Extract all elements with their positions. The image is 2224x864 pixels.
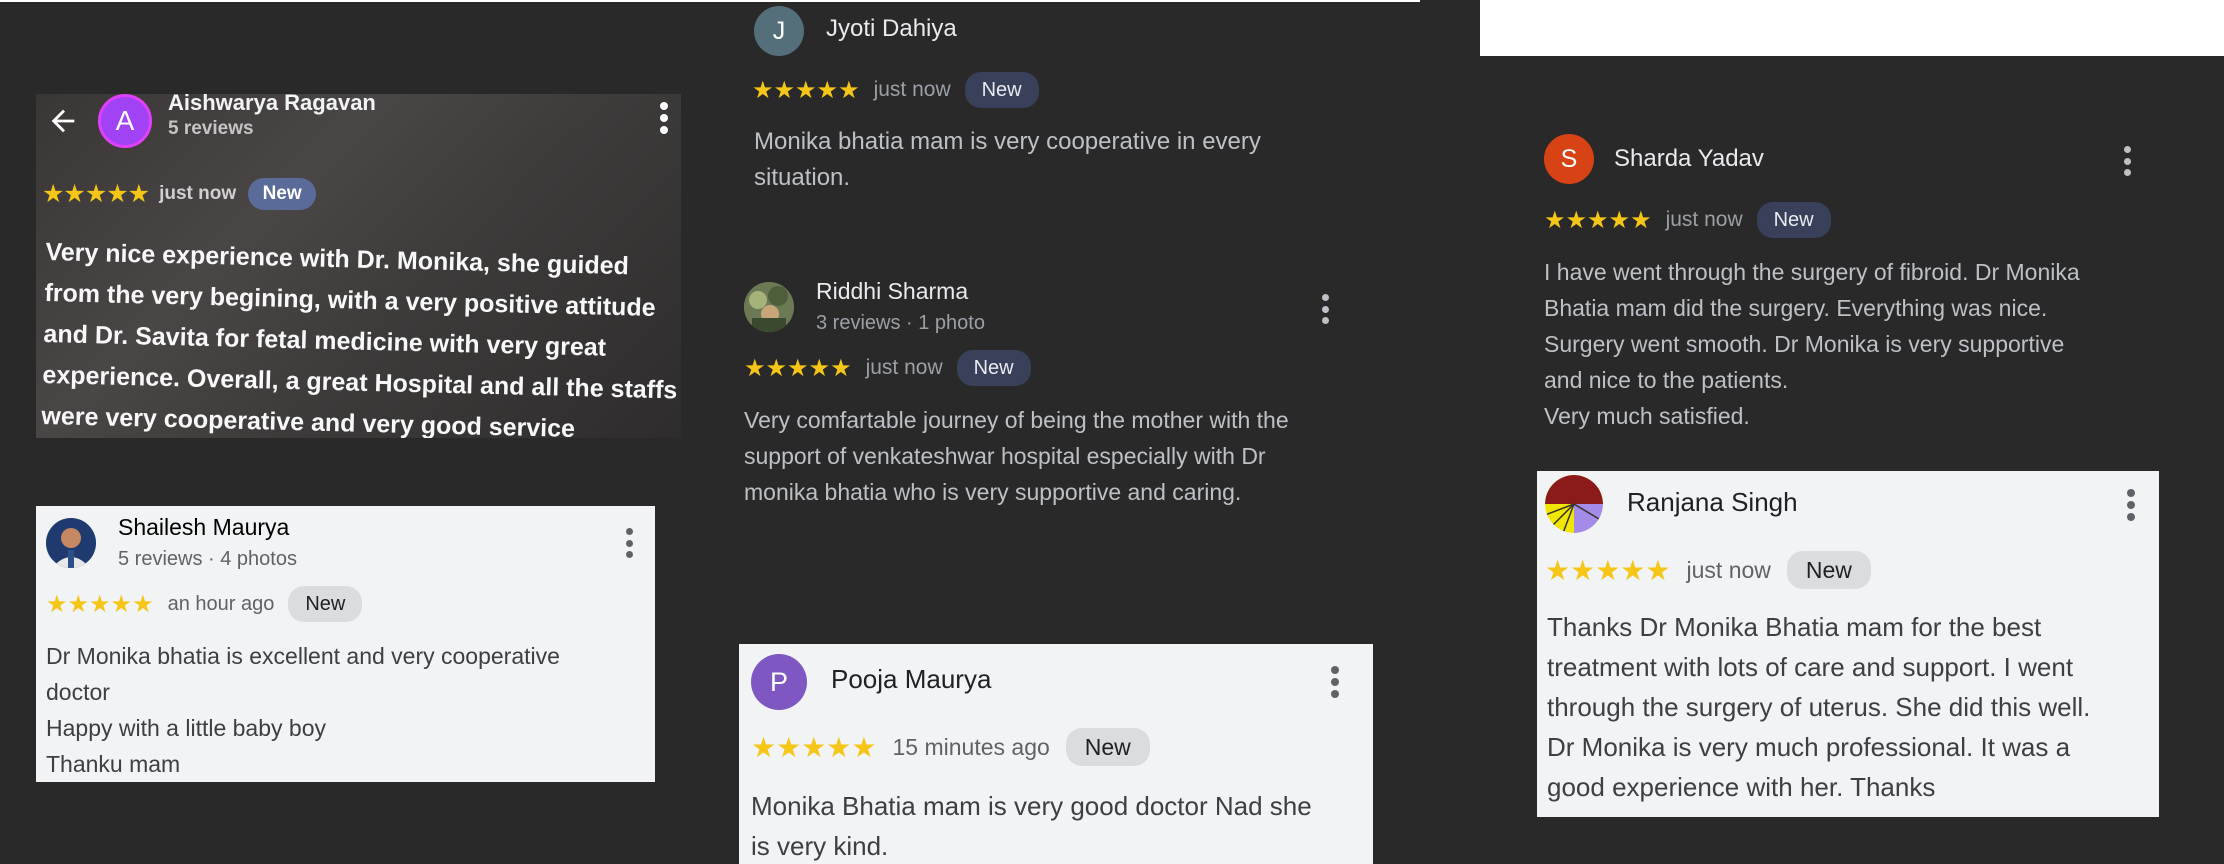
review-time: just now [1686, 556, 1771, 583]
star-rating: ★★★★★ [744, 354, 852, 382]
more-vert-icon[interactable] [1331, 666, 1339, 698]
rating-row: ★★★★★ 15 minutes ago New [751, 728, 1150, 766]
more-vert-icon[interactable] [2124, 146, 2131, 176]
reviewer-name[interactable]: Riddhi Sharma [816, 278, 968, 305]
star-rating: ★★★★★ [46, 590, 154, 618]
review-card-aishwarya: A Aishwarya Ragavan 5 reviews ★★★★★ just… [36, 94, 681, 438]
review-text: Thanks Dr Monika Bhatia mam for the best… [1547, 607, 2090, 807]
reviewer-name[interactable]: Ranjana Singh [1627, 487, 1798, 518]
avatar[interactable]: S [1544, 134, 1594, 184]
review-card-riddhi: Riddhi Sharma 3 reviews · 1 photo ★★★★★ … [734, 270, 1354, 510]
avatar-letter: S [1560, 144, 1578, 173]
rating-row: ★★★★★ just now New [744, 350, 1031, 386]
review-time: just now [159, 183, 237, 204]
avatar[interactable] [1545, 475, 1603, 533]
avatar[interactable]: P [751, 654, 807, 710]
avatar-letter: P [769, 666, 788, 697]
rating-row: ★★★★★ an hour ago New [46, 586, 363, 622]
review-text: Monika bhatia mam is very cooperative in… [754, 124, 1261, 196]
more-vert-icon[interactable] [2127, 489, 2135, 521]
review-line: Monika bhatia mam is very cooperative in… [754, 128, 1261, 155]
review-line: Dr Monika bhatia is excellent and very c… [46, 643, 560, 669]
rating-row: ★★★★★ just now New [42, 178, 317, 210]
review-time: just now [865, 356, 943, 379]
review-line: is very kind. [751, 831, 889, 861]
review-line: Monika Bhatia mam is very good doctor Na… [751, 791, 1312, 821]
new-badge: New [1065, 728, 1150, 766]
top-strip-right [1480, 0, 2224, 56]
review-line: Very much satisfied. [1544, 403, 1750, 429]
reviewer-meta: 3 reviews · 1 photo [816, 312, 985, 334]
review-text: Very comfartable journey of being the mo… [744, 402, 1289, 510]
reviewer-name[interactable]: Shailesh Maurya [118, 514, 289, 541]
review-line: treatment with lots of care and support.… [1547, 652, 2074, 682]
new-badge: New [964, 72, 1039, 108]
star-rating: ★★★★★ [751, 731, 877, 763]
rating-row: ★★★★★ just now New [1544, 202, 1831, 238]
review-line: I have went through the surgery of fibro… [1544, 259, 2080, 285]
review-line: Happy with a little baby boy [46, 715, 326, 741]
star-rating: ★★★★★ [1545, 554, 1671, 586]
new-badge: New [1756, 202, 1831, 238]
review-line: Thanks Dr Monika Bhatia mam for the best [1547, 612, 2042, 642]
review-line: and nice to the patients. [1544, 367, 1789, 393]
rating-row: ★★★★★ just now New [752, 72, 1039, 108]
reviewer-name[interactable]: Pooja Maurya [831, 664, 991, 695]
avatar[interactable] [744, 282, 794, 332]
review-line: good experience with her. Thanks [1547, 772, 1936, 802]
review-line: Very comfartable journey of being the mo… [744, 407, 1289, 433]
review-line: Thanku mam [46, 751, 181, 777]
more-vert-icon[interactable] [660, 102, 668, 134]
back-arrow-icon[interactable] [46, 104, 80, 138]
star-rating: ★★★★★ [1544, 206, 1652, 234]
review-text: I have went through the surgery of fibro… [1544, 254, 2080, 434]
review-line: doctor [46, 679, 110, 705]
review-time: just now [1665, 208, 1743, 231]
review-card-sharda: S Sharda Yadav ★★★★★ just now New I have… [1534, 130, 2154, 440]
review-time: an hour ago [167, 592, 275, 615]
review-text: Very nice experience with Dr. Monika, sh… [41, 232, 681, 438]
reviewer-name[interactable]: Sharda Yadav [1614, 145, 1764, 173]
new-badge: New [956, 350, 1031, 386]
review-card-ranjana: Ranjana Singh ★★★★★ just now New Thanks … [1537, 471, 2159, 817]
review-time: just now [873, 78, 951, 101]
avatar[interactable] [46, 518, 96, 568]
reviewer-meta: 5 reviews · 4 photos [118, 548, 297, 570]
star-rating: ★★★★★ [752, 76, 860, 104]
new-badge: New [1786, 551, 1871, 589]
reviewer-name[interactable]: Aishwarya Ragavan [168, 94, 376, 116]
review-line: Dr Monika is very much professional. It … [1547, 732, 2071, 762]
review-card-pooja: P Pooja Maurya ★★★★★ 15 minutes ago New … [739, 644, 1373, 864]
review-card-shailesh: Shailesh Maurya 5 reviews · 4 photos ★★★… [36, 506, 655, 782]
more-vert-icon[interactable] [1322, 294, 1329, 324]
new-badge: New [248, 178, 317, 210]
avatar-letter: J [772, 16, 786, 45]
review-line: situation. [754, 164, 851, 191]
star-rating: ★★★★★ [42, 180, 150, 208]
review-text: Monika Bhatia mam is very good doctor Na… [751, 786, 1312, 864]
review-line: Bhatia mam did the surgery. Everything w… [1544, 295, 2048, 321]
reviewer-name[interactable]: Jyoti Dahiya [826, 15, 957, 43]
avatar-letter: A [115, 105, 135, 136]
avatar[interactable]: J [754, 6, 804, 56]
review-line: monika bhatia who is very supportive and… [744, 479, 1242, 505]
new-badge: New [288, 586, 363, 622]
review-card-jyoti: J Jyoti Dahiya ★★★★★ just now New Monika… [744, 0, 1404, 200]
reviewer-meta: 5 reviews [168, 118, 254, 139]
review-line: through the surgery of uterus. She did t… [1547, 692, 2091, 722]
rating-row: ★★★★★ just now New [1545, 551, 1871, 589]
review-line: support of venkateshwar hospital especia… [744, 443, 1266, 469]
review-text: Dr Monika bhatia is excellent and very c… [46, 638, 560, 782]
more-vert-icon[interactable] [626, 528, 633, 558]
review-line: Surgery went smooth. Dr Monika is very s… [1544, 331, 2065, 357]
avatar[interactable]: A [98, 94, 152, 148]
review-time: 15 minutes ago [892, 733, 1050, 760]
